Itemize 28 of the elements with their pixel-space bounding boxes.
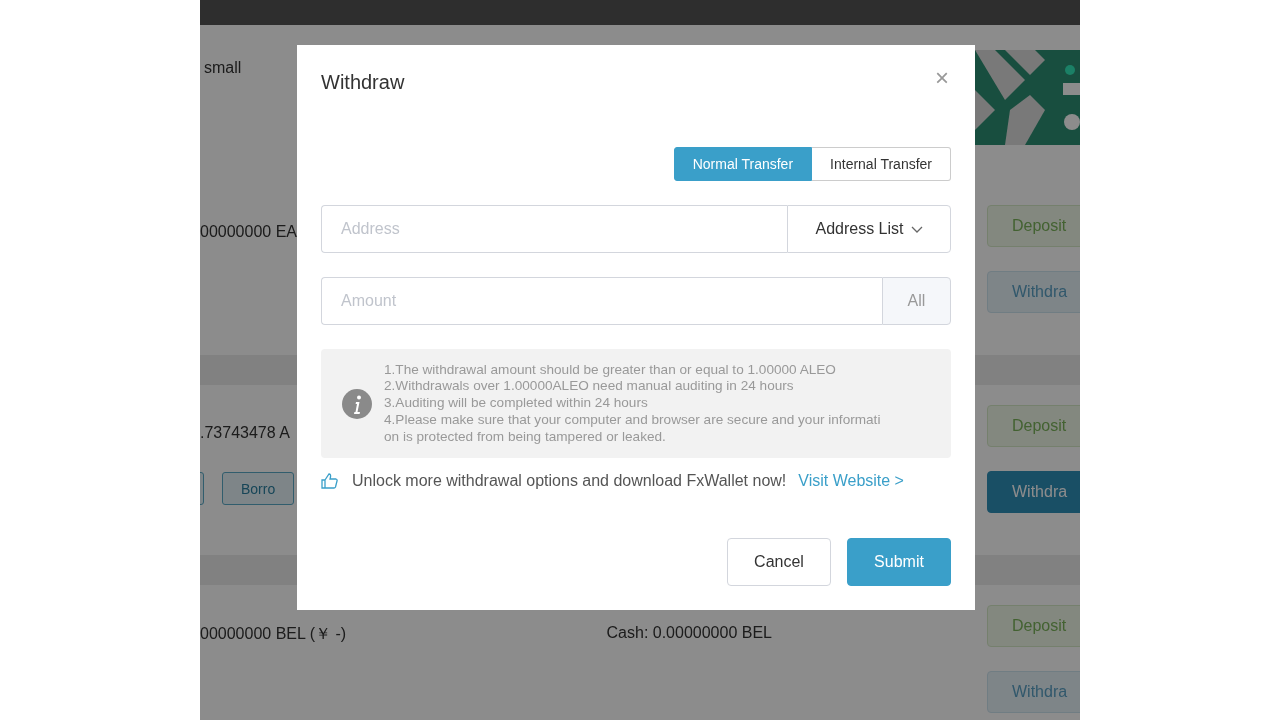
deposit-button[interactable]: Deposit: [987, 205, 1080, 247]
address-list-button[interactable]: Address List: [787, 205, 951, 253]
transfer-tab[interactable]: Internal Transfer: [812, 147, 951, 181]
visit-website-link[interactable]: Visit Website >: [798, 472, 904, 490]
action-button[interactable]: Borro: [222, 472, 295, 505]
cancel-button[interactable]: Cancel: [727, 538, 831, 586]
submit-button[interactable]: Submit: [847, 538, 951, 586]
thumbs-up-icon: [321, 473, 338, 489]
header-text: small: [204, 59, 242, 77]
promo-text: Unlock more withdrawal options and download FxWallet now!: [352, 472, 787, 490]
deposit-button[interactable]: Deposit: [987, 605, 1080, 647]
info-icon: [342, 388, 372, 419]
notice-text: 1.The withdrawal amount should be greater than or equal to 1.00000 ALEO 2.Withdrawals over 1.00000ALEO need manual auditing in 24 hours 3.Auditing will be completed within 24 hours 4.Please make sure that your computer and browser are secure and your informati on is protected from being tampered or leaked.: [384, 361, 881, 446]
chevron-down-icon: [910, 225, 923, 233]
dialog-title: Withdraw: [321, 70, 405, 94]
withdraw-button[interactable]: Withdra: [987, 671, 1080, 713]
balance-text: 00000000 EA: [200, 223, 297, 241]
transfer-tab[interactable]: Normal Transfer: [673, 147, 813, 181]
balance-text: 00000000 BEL (￥ -): [200, 624, 347, 644]
deposit-button[interactable]: Deposit: [987, 405, 1080, 447]
withdraw-button[interactable]: Withdra: [987, 471, 1080, 513]
balance-text: .73743478 A: [200, 424, 291, 442]
all-button[interactable]: All: [882, 277, 951, 325]
amount-field[interactable]: Amount: [321, 277, 882, 325]
close-button[interactable]: ×: [935, 69, 949, 87]
cash-text: Cash: 0.00000000 BEL: [606, 624, 772, 642]
withdraw-button[interactable]: Withdra: [987, 271, 1080, 313]
address-field[interactable]: Address: [321, 205, 787, 253]
